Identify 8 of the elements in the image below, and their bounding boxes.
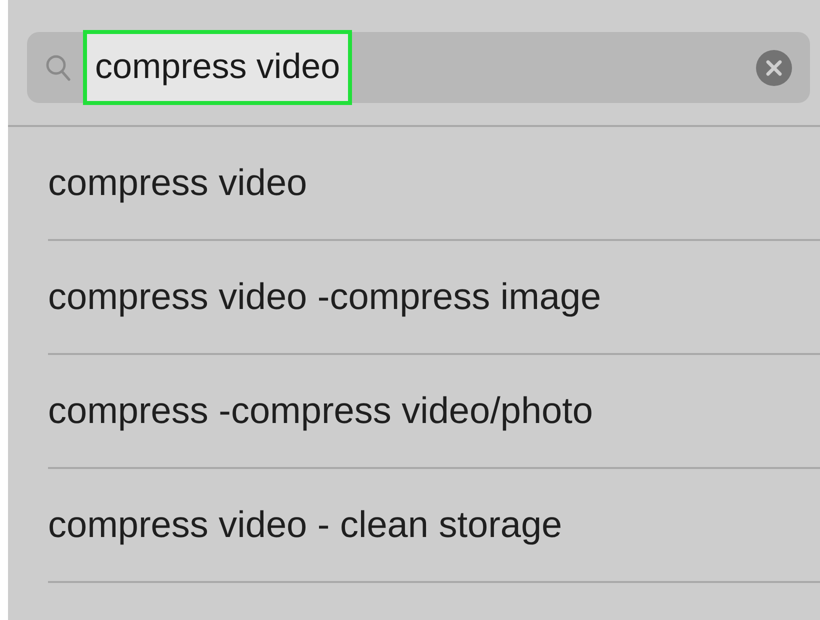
clear-icon[interactable]: [756, 50, 792, 86]
suggestion-item[interactable]: compress video - clean storage: [48, 504, 562, 546]
suggestion-item[interactable]: compress video: [48, 162, 308, 204]
suggestion-item[interactable]: compress video -compress image: [48, 276, 602, 318]
search-field[interactable]: compress video: [27, 32, 810, 103]
search-text: compress video: [83, 30, 352, 105]
search-icon: [45, 54, 71, 82]
suggestion-item[interactable]: compress -compress video/photo: [48, 390, 593, 432]
